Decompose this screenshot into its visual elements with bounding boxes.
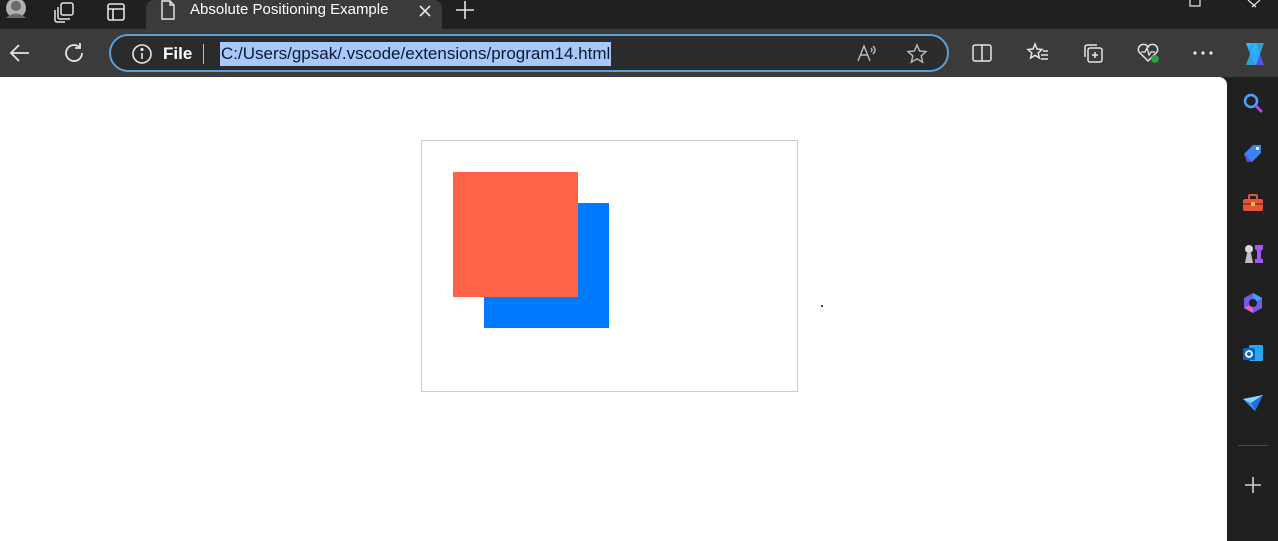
drop-icon[interactable] [1241, 391, 1265, 415]
url-text[interactable]: C:/Users/gpsak/.vscode/extensions/progra… [220, 42, 612, 66]
add-icon[interactable] [1241, 473, 1265, 497]
tab-title: Absolute Positioning Example [190, 1, 389, 18]
split-screen-icon[interactable] [970, 41, 994, 65]
collections-icon[interactable] [1081, 41, 1105, 65]
address-separator [203, 44, 204, 64]
refresh-icon[interactable] [62, 41, 86, 65]
info-icon[interactable] [131, 43, 153, 65]
more-icon[interactable] [1191, 41, 1215, 65]
toolbar: File C:/Users/gpsak/.vscode/extensions/p… [0, 29, 1278, 77]
tab-active[interactable]: Absolute Positioning Example [146, 0, 442, 29]
red-box [453, 172, 578, 297]
outlook-icon[interactable] [1241, 341, 1265, 365]
browser-essentials-icon[interactable] [1136, 41, 1160, 65]
page-viewport [0, 77, 1227, 541]
back-icon[interactable] [8, 41, 32, 65]
tools-icon[interactable] [1241, 191, 1265, 215]
new-tab-icon[interactable] [454, 0, 476, 22]
minimize-icon[interactable] [1186, 0, 1206, 10]
shopping-icon[interactable] [1241, 141, 1265, 165]
workspaces-icon[interactable] [48, 0, 80, 24]
tab-actions-icon[interactable] [100, 0, 132, 24]
favorites-icon[interactable] [1026, 41, 1050, 65]
close-icon[interactable] [416, 2, 434, 20]
profile-icon[interactable] [0, 0, 32, 24]
address-bar[interactable]: File C:/Users/gpsak/.vscode/extensions/p… [109, 34, 949, 72]
close-window-icon[interactable] [1244, 0, 1264, 10]
sidebar-divider [1238, 445, 1268, 446]
microsoft-365-icon[interactable] [1241, 291, 1265, 315]
favorite-star-icon[interactable] [906, 43, 928, 65]
tab-strip: Absolute Positioning Example [0, 0, 1278, 29]
copilot-icon[interactable] [1240, 39, 1270, 69]
search-icon[interactable] [1241, 91, 1265, 115]
scheme-label[interactable]: File [163, 44, 192, 64]
positioning-container [421, 140, 798, 392]
page-icon [161, 0, 175, 20]
read-aloud-icon[interactable] [856, 43, 878, 65]
sidebar [1227, 77, 1278, 541]
dot-mark [821, 305, 823, 307]
games-icon[interactable] [1241, 241, 1265, 265]
